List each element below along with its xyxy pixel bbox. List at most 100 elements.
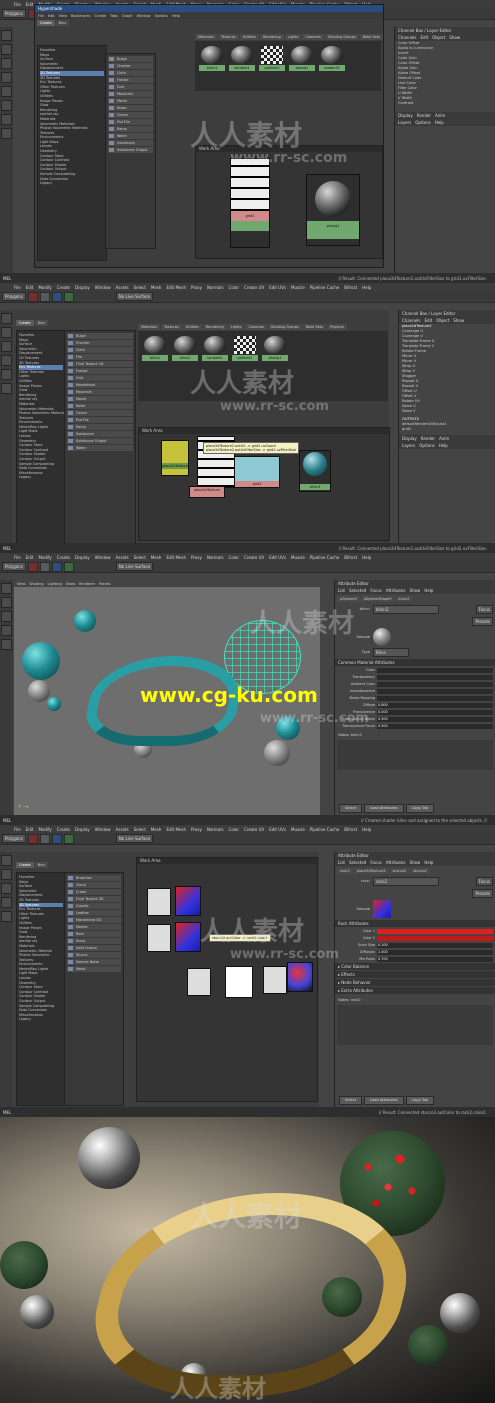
layer-tab[interactable]: Anim: [435, 113, 445, 118]
live-surface-field[interactable]: No Live Surface: [115, 834, 154, 843]
command-line[interactable]: MEL // Result: Connected place2dTexture1…: [0, 273, 495, 283]
node-button[interactable]: Cloth: [67, 347, 133, 353]
node-button[interactable]: Fluid Texture 2D: [67, 361, 133, 367]
node-name-field[interactable]: rock2: [373, 877, 439, 886]
live-surface-field[interactable]: No Live Surface: [115, 292, 154, 301]
new-scene-icon[interactable]: [27, 561, 38, 572]
attribute-value[interactable]: 0.500: [377, 716, 493, 722]
grid-node[interactable]: grid2: [234, 456, 280, 488]
node-button[interactable]: Fractal: [67, 368, 133, 374]
menu-item[interactable]: Assets: [116, 827, 129, 832]
attribute-menu-item[interactable]: Focus: [370, 588, 381, 593]
open-scene-icon[interactable]: [39, 833, 50, 844]
rotate-tool-icon[interactable]: [1, 625, 12, 636]
rotate-tool-icon[interactable]: [1, 355, 12, 366]
menu-set-select[interactable]: Polygons: [2, 834, 26, 843]
menu-item[interactable]: Create UV: [244, 555, 264, 560]
layout-icon[interactable]: [1, 128, 12, 139]
lasso-tool-icon[interactable]: [1, 597, 12, 608]
rotate-tool-icon[interactable]: [1, 897, 12, 908]
menu-item[interactable]: Help: [362, 555, 371, 560]
menu-item[interactable]: Edit UVs: [269, 555, 286, 560]
tab-create[interactable]: Create: [37, 20, 55, 26]
layer-tab[interactable]: Render: [421, 436, 435, 441]
hypershade-menu-item[interactable]: Window: [137, 14, 151, 18]
material-swatch[interactable]: particle1: [259, 45, 285, 73]
node-button[interactable]: Psd File: [67, 417, 133, 423]
material-tab[interactable]: Rendering: [202, 324, 227, 330]
menu-item[interactable]: Muscle: [291, 827, 305, 832]
hypershade-menu-item[interactable]: Options: [154, 14, 168, 18]
menu-item[interactable]: Create UV: [244, 285, 264, 290]
menu-set-select[interactable]: Polygons: [2, 562, 26, 571]
channel-menu-item[interactable]: Channels: [402, 318, 421, 323]
attribute-value[interactable]: [377, 935, 493, 941]
menu-item[interactable]: Muscle: [291, 285, 305, 290]
place2d-node-2[interactable]: place2dTexture: [189, 486, 225, 498]
hypershade-menu-item[interactable]: Help: [172, 14, 180, 18]
node-button[interactable]: Mandelbrot: [67, 382, 133, 388]
material-tab[interactable]: Shading Groups: [324, 34, 359, 40]
node-tab[interactable]: blinn2: [395, 596, 413, 602]
menu-item[interactable]: Bifrost: [344, 827, 357, 832]
node-button[interactable]: Ocean: [67, 410, 133, 416]
node-name-field[interactable]: blinn2: [373, 605, 439, 614]
node-ports[interactable]: [231, 221, 269, 231]
rock-node[interactable]: [287, 962, 313, 992]
section-header[interactable]: ▸ Node Behavior: [335, 979, 495, 986]
place3d-node[interactable]: [147, 888, 171, 916]
tab-bins[interactable]: Bins: [55, 20, 70, 26]
node-button[interactable]: Marble: [67, 924, 121, 930]
menu-item[interactable]: Window: [95, 555, 111, 560]
node-button[interactable]: Ramp: [67, 424, 133, 430]
menu-item[interactable]: Color: [229, 285, 239, 290]
layer-tab[interactable]: Anim: [439, 436, 449, 441]
copy-tab-button[interactable]: Copy Tab: [405, 804, 434, 813]
viewport-menu-item[interactable]: Renderer: [79, 582, 95, 586]
attribute-value[interactable]: [377, 695, 493, 701]
scale-tool-icon[interactable]: [1, 911, 12, 922]
channel-menu-item[interactable]: Show: [449, 35, 460, 40]
channel-menu-item[interactable]: Edit: [421, 35, 429, 40]
layer-tab[interactable]: Render: [417, 113, 431, 118]
node-button[interactable]: Granite: [67, 903, 121, 909]
channel-menu-item[interactable]: Show: [453, 318, 464, 323]
presets-button[interactable]: Presets: [472, 617, 493, 626]
menu-item[interactable]: Modify: [38, 555, 51, 560]
place3d-node[interactable]: [263, 966, 287, 994]
hypershade-menu-item[interactable]: Edit: [48, 14, 55, 18]
menu-item[interactable]: Edit: [26, 555, 34, 560]
node-button[interactable]: Checker: [67, 340, 133, 346]
node-button[interactable]: Water: [67, 445, 133, 451]
menu-item[interactable]: Bifrost: [344, 285, 357, 290]
node-tab[interactable]: rock2: [337, 868, 353, 874]
menu-item[interactable]: Edit: [26, 827, 34, 832]
node-ports[interactable]: [307, 231, 359, 239]
attribute-value[interactable]: 0.000: [377, 709, 493, 715]
material-tab[interactable]: Bake Sets: [359, 34, 383, 40]
node-button[interactable]: Wood: [67, 966, 121, 972]
menu-item[interactable]: Select: [134, 827, 146, 832]
node-tab[interactable]: stucco2: [410, 868, 430, 874]
layout-icon[interactable]: [1, 100, 12, 111]
menu-item[interactable]: Edit: [26, 2, 34, 7]
node-button[interactable]: Leather: [67, 910, 121, 916]
node-button[interactable]: Stucco: [67, 952, 121, 958]
attribute-value[interactable]: [377, 674, 493, 680]
hypershade-menu-item[interactable]: Tabs: [110, 14, 118, 18]
menu-item[interactable]: Mesh: [151, 555, 162, 560]
menu-item[interactable]: Display: [75, 555, 90, 560]
copy-tab-button[interactable]: Copy Tab: [405, 1096, 434, 1105]
layer-menu-item[interactable]: Layers: [398, 120, 411, 125]
attribute-value[interactable]: [377, 928, 493, 934]
menu-item[interactable]: Select: [134, 285, 146, 290]
stucco-node[interactable]: [175, 886, 201, 916]
menu-item[interactable]: Modify: [38, 827, 51, 832]
command-line[interactable]: MEL // Created shader blinn and assigned…: [0, 815, 495, 825]
move-tool-icon[interactable]: [1, 611, 12, 622]
attribute-value[interactable]: 0.500: [377, 723, 493, 729]
attribute-value[interactable]: 0.100: [377, 942, 493, 948]
notes-field[interactable]: [337, 740, 493, 770]
attribute-menu-item[interactable]: Selected: [349, 860, 366, 865]
output-item[interactable]: grid2: [399, 427, 495, 432]
